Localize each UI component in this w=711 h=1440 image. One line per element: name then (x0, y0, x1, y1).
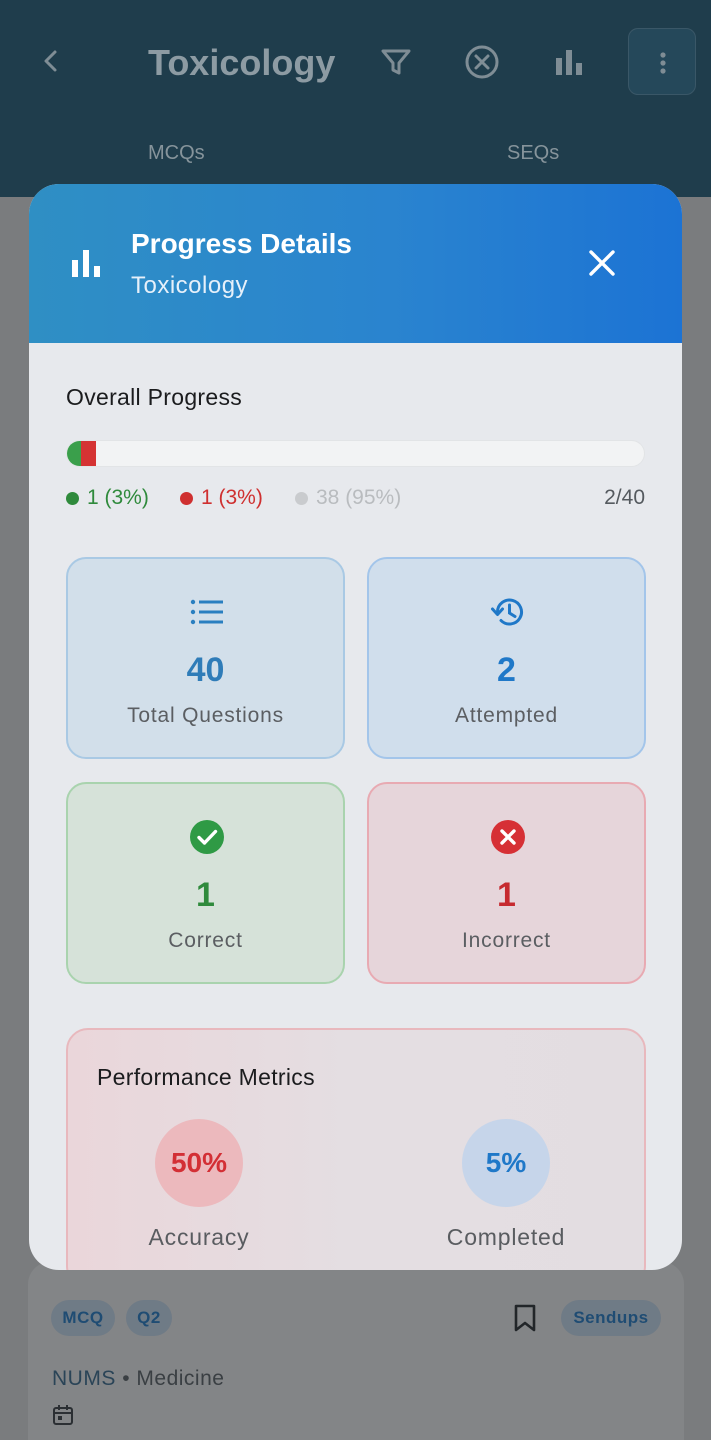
clear-filter-icon[interactable] (464, 44, 500, 80)
completed-circle: 5% (462, 1119, 550, 1207)
legend-correct-label: 1 (3%) (87, 486, 149, 509)
progress-segment-correct (67, 441, 82, 466)
accuracy-circle: 50% (155, 1119, 243, 1207)
chip-question-number: Q2 (126, 1300, 172, 1336)
bookmark-icon[interactable] (511, 1303, 539, 1333)
total-questions-label: Total Questions (127, 704, 284, 727)
correct-dot-icon (66, 491, 79, 505)
correct-value: 1 (196, 876, 215, 914)
stats-icon[interactable] (551, 44, 587, 80)
tab-mcqs[interactable]: MCQs (148, 142, 205, 165)
page-title: Toxicology (148, 42, 336, 83)
stat-card-total: 40 Total Questions (66, 557, 345, 759)
stat-card-attempted: 2 Attempted (367, 557, 646, 759)
legend-correct: 1 (3%) (66, 486, 149, 510)
progress-details-dialog: Progress Details Toxicology Overall Prog… (29, 184, 682, 1270)
progress-segment-incorrect (81, 441, 96, 466)
dialog-subtitle: Toxicology (131, 272, 249, 299)
attempted-label: Attempted (455, 704, 558, 727)
completed-label: Completed (446, 1224, 566, 1250)
correct-label: Correct (168, 929, 243, 952)
question-card[interactable] (28, 1262, 684, 1440)
chip-tag: Sendups (561, 1300, 661, 1336)
incorrect-label: Incorrect (462, 929, 551, 952)
unattempted-dot-icon (295, 491, 308, 505)
overall-progress-bar (66, 440, 645, 467)
filter-icon[interactable] (378, 44, 414, 80)
incorrect-dot-icon (180, 491, 193, 505)
more-menu-button[interactable] (628, 28, 696, 95)
subject-name: Medicine (136, 1367, 225, 1390)
stat-card-incorrect: 1 Incorrect (367, 782, 646, 984)
progress-legend: 1 (3%) 1 (3%) 38 (95%) 2/40 (66, 486, 645, 514)
total-questions-value: 40 (186, 651, 225, 689)
chip-type: MCQ (51, 1300, 115, 1336)
bar-chart-icon (72, 250, 100, 277)
dialog-title: Progress Details (131, 228, 352, 259)
app-bar: Toxicology MCQs SEQs (0, 0, 711, 197)
dialog-header: Progress Details Toxicology (29, 184, 682, 343)
source-name: NUMS (52, 1367, 116, 1390)
stat-card-correct: 1 Correct (66, 782, 345, 984)
more-vert-icon (660, 52, 666, 74)
performance-metrics-card: Performance Metrics 50% Accuracy 5% Comp… (66, 1028, 646, 1270)
legend-unattempted: 38 (95%) (295, 486, 401, 510)
accuracy-label: Accuracy (148, 1224, 250, 1250)
calendar-icon (53, 1405, 73, 1425)
legend-incorrect-label: 1 (3%) (201, 486, 263, 509)
close-icon[interactable] (585, 246, 619, 280)
cancel-circle-icon (491, 820, 525, 854)
legend-unattempted-label: 38 (95%) (316, 486, 402, 509)
check-circle-icon (190, 820, 224, 854)
separator: • (122, 1367, 131, 1390)
performance-metrics-title: Performance Metrics (97, 1064, 315, 1090)
overall-progress-title: Overall Progress (66, 384, 243, 410)
list-icon (190, 599, 223, 625)
tab-seqs[interactable]: SEQs (507, 142, 559, 165)
attempted-ratio: 2/40 (604, 486, 645, 509)
legend-incorrect: 1 (3%) (180, 486, 263, 510)
attempted-value: 2 (497, 651, 516, 689)
history-icon (491, 598, 523, 626)
question-source: NUMS • Medicine (52, 1367, 224, 1391)
back-icon[interactable] (36, 46, 66, 76)
incorrect-value: 1 (497, 876, 516, 914)
